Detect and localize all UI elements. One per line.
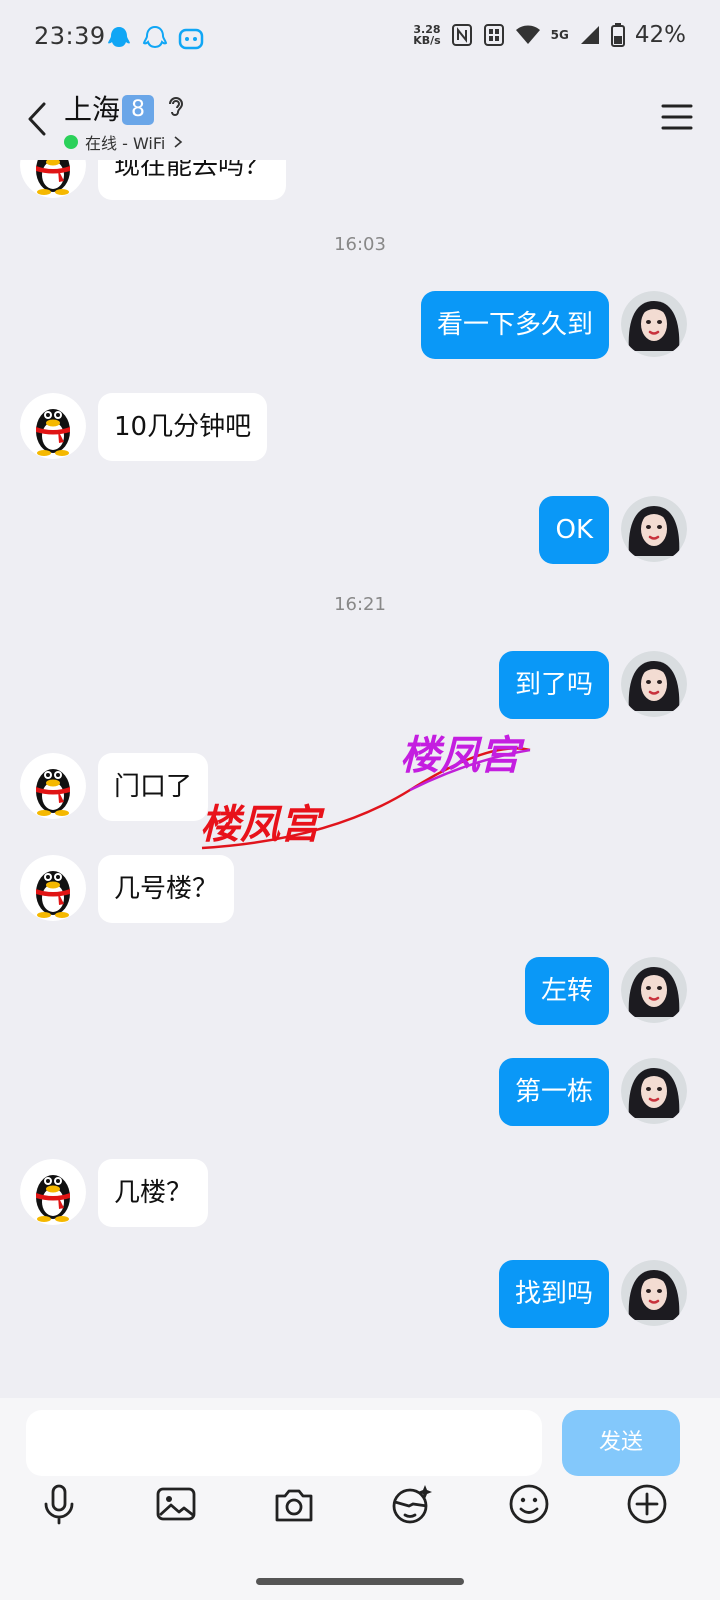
contact-avatar[interactable] [20, 160, 86, 198]
sim-icon [483, 24, 504, 46]
message-bubble[interactable]: 几楼？ [98, 1159, 209, 1227]
my-avatar[interactable] [621, 1260, 687, 1326]
qq-outline-icon [142, 25, 168, 49]
message-bubble[interactable]: OK [539, 496, 609, 564]
watermark-text-red: 楼凤宫 [200, 801, 320, 848]
sticker-icon[interactable] [389, 1482, 433, 1526]
message-bubble[interactable]: 几号楼？ [98, 855, 235, 923]
send-button[interactable]: 发送 [562, 1410, 680, 1476]
status-bar: 23:39 3.28 KB/s 5G 42% [0, 0, 720, 80]
my-avatar[interactable] [621, 1058, 687, 1124]
camera-icon[interactable] [272, 1482, 316, 1526]
input-bar: 发送 [0, 1398, 720, 1600]
net-speed-unit: KB/s [413, 34, 441, 47]
contact-avatar[interactable] [20, 1159, 86, 1225]
my-avatar[interactable] [621, 291, 687, 357]
message-outgoing: OK [539, 496, 687, 564]
image-icon[interactable] [154, 1482, 198, 1526]
message-incoming: 10几分钟吧 [20, 393, 268, 461]
message-incoming: 门口了 [20, 753, 209, 821]
chat-header: 上海 8 在线 - WiFi [0, 80, 720, 160]
message-bubble[interactable]: 左转 [524, 957, 609, 1025]
online-status[interactable]: 在线 - WiFi [64, 130, 185, 154]
message-outgoing: 看一下多久到 [420, 291, 687, 359]
back-icon[interactable] [20, 94, 60, 144]
my-avatar[interactable] [621, 957, 687, 1023]
message-outgoing: 找到吗 [498, 1260, 687, 1328]
ear-icon[interactable] [162, 94, 188, 120]
watermark-text-purple: 楼凤宫 [400, 732, 520, 779]
wifi-icon [515, 25, 540, 44]
network-type: 5G [550, 28, 569, 42]
mic-icon[interactable] [37, 1482, 81, 1526]
my-avatar[interactable] [621, 651, 687, 717]
message-input[interactable] [26, 1410, 542, 1476]
timestamp: 16:21 [334, 594, 386, 615]
message-bubble[interactable]: 第一栋 [498, 1058, 609, 1126]
qq-notification-icon [108, 27, 130, 47]
online-dot-icon [64, 135, 78, 149]
message-bubble[interactable]: 看一下多久到 [420, 291, 609, 359]
message-bubble[interactable]: 到了吗 [498, 651, 609, 719]
message-outgoing: 左转 [524, 957, 687, 1025]
message-bubble[interactable]: 找到吗 [498, 1260, 609, 1328]
chevron-right-icon [174, 136, 183, 148]
contact-avatar[interactable] [20, 753, 86, 819]
contact-name-text: 上海 [64, 93, 121, 126]
signal-icon [580, 26, 599, 44]
message-outgoing: 第一栋 [498, 1058, 687, 1126]
contact-avatar[interactable] [20, 393, 86, 459]
contact-avatar[interactable] [20, 855, 86, 921]
message-incoming: 几楼？ [20, 1159, 209, 1227]
my-avatar[interactable] [621, 496, 687, 562]
battery-icon [610, 23, 625, 47]
message-outgoing: 到了吗 [498, 651, 687, 719]
message-incoming: 现在能去吗？ [20, 160, 287, 200]
battery-percent: 42% [634, 22, 686, 48]
emoji-number-badge: 8 [122, 95, 155, 125]
status-time: 23:39 [34, 22, 106, 50]
nfc-icon [451, 24, 472, 46]
chat-area[interactable]: 现在能去吗？ 16:03 看一下多久到 10几分钟吧 OK 16:21 到了吗 … [0, 160, 720, 1400]
plus-icon[interactable] [625, 1482, 669, 1526]
bot-icon [178, 28, 204, 50]
timestamp: 16:03 [334, 234, 386, 255]
menu-icon[interactable] [660, 100, 694, 134]
online-status-text: 在线 - WiFi [85, 134, 166, 153]
contact-name[interactable]: 上海 8 [64, 88, 155, 128]
message-incoming: 几号楼？ [20, 855, 235, 923]
message-bubble[interactable]: 10几分钟吧 [98, 393, 268, 461]
home-indicator[interactable] [256, 1578, 464, 1585]
net-speed: 3.28 KB/s [413, 24, 440, 46]
emoji-icon[interactable] [507, 1482, 551, 1526]
status-right: 3.28 KB/s 5G 42% [413, 22, 686, 48]
message-bubble[interactable]: 现在能去吗？ [98, 160, 287, 200]
